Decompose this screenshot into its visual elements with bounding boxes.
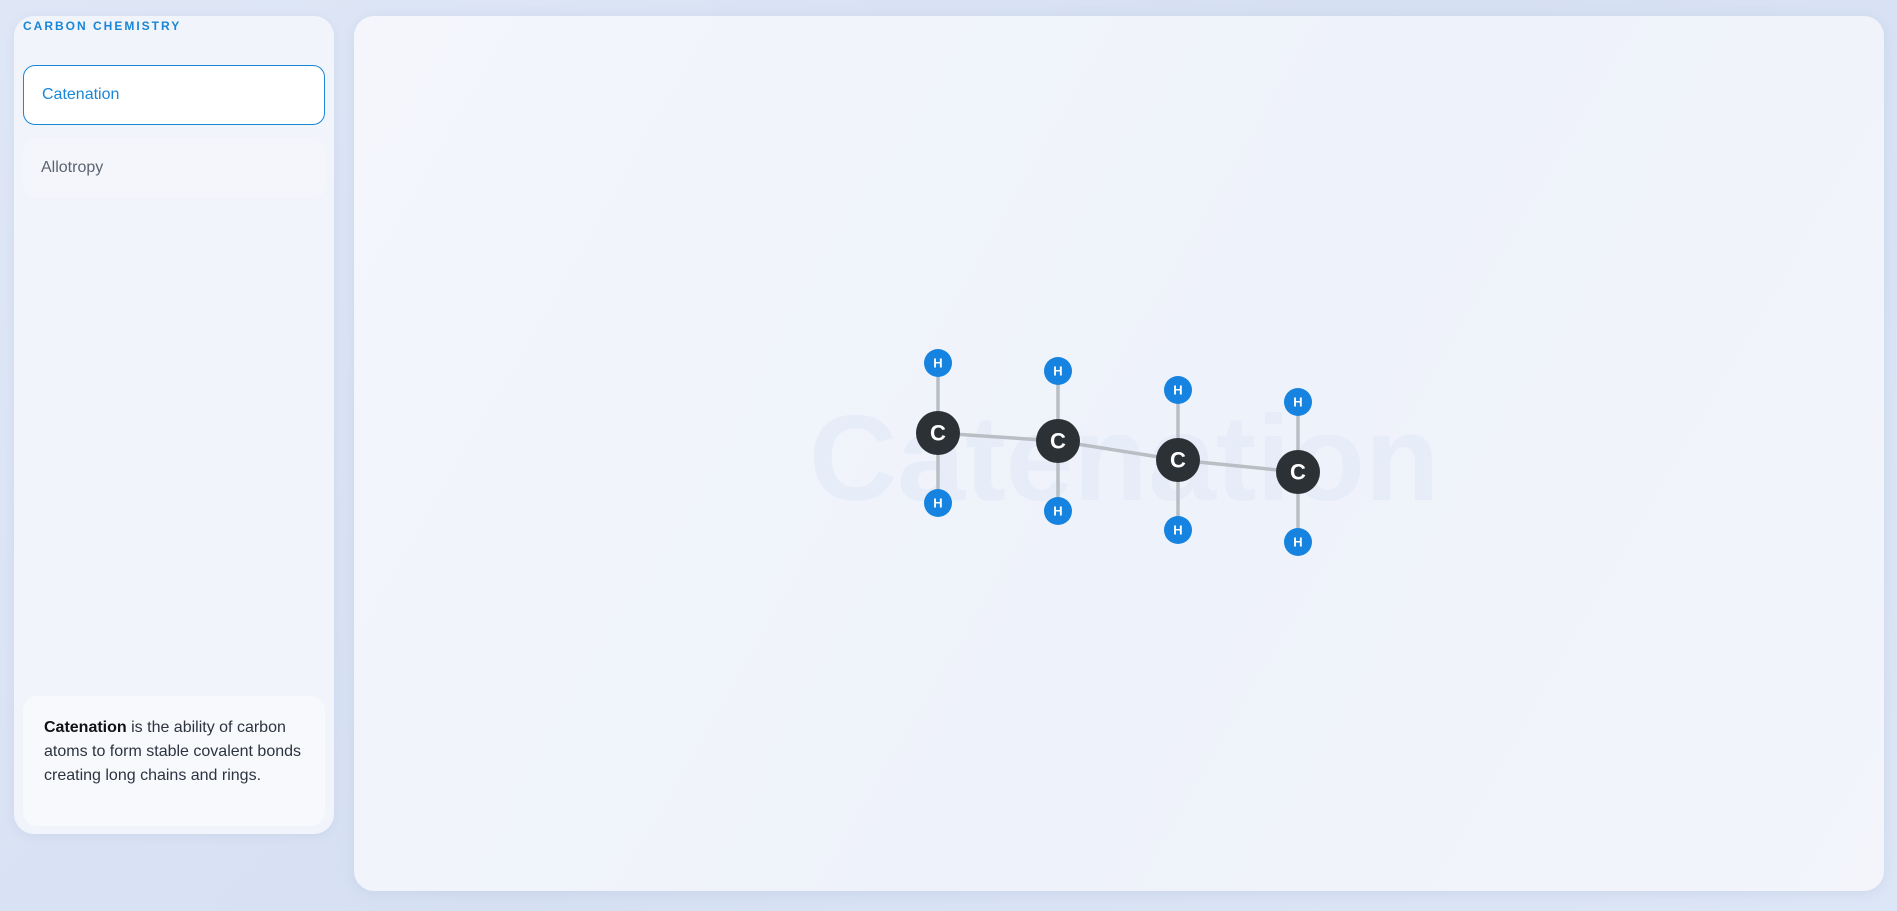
watermark-text: Catenation: [809, 390, 1439, 526]
hydrogen-atom: H: [1164, 376, 1192, 404]
info-term: Catenation: [44, 719, 127, 736]
hydrogen-atom-label: H: [1173, 523, 1182, 538]
hydrogen-atom-label: H: [1053, 364, 1062, 379]
nav-item-catenation[interactable]: Catenation: [23, 65, 325, 125]
hydrogen-atom: H: [1164, 516, 1192, 544]
nav-item-label: Catenation: [42, 86, 120, 103]
carbon-atom: C: [1036, 419, 1080, 463]
hydrogen-atom-label: H: [1293, 535, 1302, 550]
nav-item-allotropy[interactable]: Allotropy: [23, 138, 325, 198]
hydrogen-atom-label: H: [1053, 504, 1062, 519]
hydrogen-atom: H: [1284, 528, 1312, 556]
hydrogen-atom: H: [1044, 497, 1072, 525]
hydrogen-atom-label: H: [933, 356, 942, 371]
molecule-diagram: Catenation H H H H H H H H C C C C: [809, 349, 1439, 556]
nav-item-label: Allotropy: [41, 159, 104, 176]
carbon-atom: C: [1156, 438, 1200, 482]
carbon-atom: C: [1276, 450, 1320, 494]
carbon-atom-label: C: [1170, 448, 1186, 473]
hydrogen-atom: H: [1044, 357, 1072, 385]
hydrogen-atom: H: [924, 349, 952, 377]
carbon-atom-label: C: [930, 421, 946, 446]
hydrogen-atom: H: [924, 489, 952, 517]
hydrogen-atom-label: H: [1293, 395, 1302, 410]
carbon-atom: C: [916, 411, 960, 455]
brand-title: CARBON CHEMISTRY: [23, 19, 182, 33]
hydrogen-atom-label: H: [1173, 383, 1182, 398]
hydrogen-atom: H: [1284, 388, 1312, 416]
carbon-atom-label: C: [1050, 429, 1066, 454]
molecule-stage: Catenation H H H H H H H H C C C C: [354, 16, 1884, 891]
info-card: Catenation is the ability of carbon atom…: [23, 696, 325, 826]
hydrogen-atom-label: H: [933, 496, 942, 511]
carbon-atom-label: C: [1290, 460, 1306, 485]
sidebar: CARBON CHEMISTRY Catenation Allotropy Ca…: [14, 16, 334, 834]
